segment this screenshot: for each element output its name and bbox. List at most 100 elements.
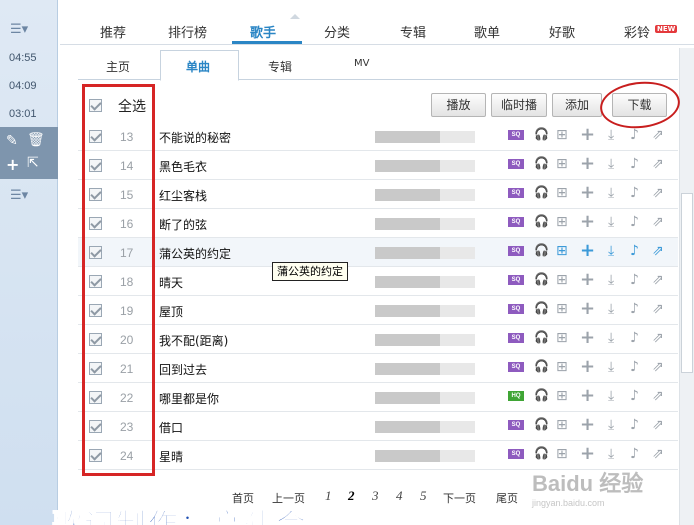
song-title[interactable]: 星晴 xyxy=(159,448,183,465)
song-title[interactable]: 晴天 xyxy=(159,274,183,291)
export-icon[interactable]: ⇱ xyxy=(27,155,39,171)
tab-categories[interactable]: 分类 xyxy=(324,22,350,41)
headphones-icon[interactable]: 🎧 xyxy=(534,417,549,431)
plus-icon[interactable]: + xyxy=(580,182,595,203)
headphones-icon[interactable]: 🎧 xyxy=(534,301,549,315)
ringtone-icon[interactable]: ♪ xyxy=(630,243,639,259)
add-to-list-icon[interactable]: ⊞ xyxy=(556,243,568,259)
headphones-icon[interactable]: 🎧 xyxy=(534,446,549,460)
song-title[interactable]: 蒲公英的约定 xyxy=(159,245,231,262)
ringtone-icon[interactable]: ♪ xyxy=(630,301,639,317)
ringtone-icon[interactable]: ♪ xyxy=(630,388,639,404)
download-icon[interactable]: ⤓ xyxy=(608,417,614,433)
add-button[interactable]: 添加 xyxy=(552,93,602,117)
ringtone-icon[interactable]: ♪ xyxy=(630,417,639,433)
download-icon[interactable]: ⤓ xyxy=(608,127,614,143)
page-number-link[interactable]: 1 xyxy=(325,488,332,504)
ringtone-icon[interactable]: ♪ xyxy=(630,272,639,288)
share-icon[interactable]: ⇗ xyxy=(652,127,664,143)
headphones-icon[interactable]: 🎧 xyxy=(534,388,549,402)
song-row[interactable]: 15 红尘客栈 SQ 🎧 ⊞ + ⤓ ♪ ⇗ xyxy=(78,180,678,209)
song-title[interactable]: 我不配(距离) xyxy=(159,332,228,349)
scrollbar-thumb[interactable] xyxy=(681,193,693,373)
add-to-list-icon[interactable]: ⊞ xyxy=(556,388,568,404)
ringtone-icon[interactable]: ♪ xyxy=(630,185,639,201)
plus-icon[interactable]: + xyxy=(580,124,595,145)
song-row[interactable]: 22 哪里都是你 HQ 🎧 ⊞ + ⤓ ♪ ⇗ xyxy=(78,383,678,412)
headphones-icon[interactable]: 🎧 xyxy=(534,185,549,199)
download-icon[interactable]: ⤓ xyxy=(608,156,614,172)
share-icon[interactable]: ⇗ xyxy=(652,359,664,375)
plus-icon[interactable]: + xyxy=(580,153,595,174)
download-icon[interactable]: ⤓ xyxy=(608,388,614,404)
headphones-icon[interactable]: 🎧 xyxy=(534,127,549,141)
share-icon[interactable]: ⇗ xyxy=(652,330,664,346)
plus-icon[interactable]: + xyxy=(580,414,595,435)
ringtone-icon[interactable]: ♪ xyxy=(630,446,639,462)
ringtone-icon[interactable]: ♪ xyxy=(630,330,639,346)
song-title[interactable]: 不能说的秘密 xyxy=(159,129,231,146)
song-title[interactable]: 哪里都是你 xyxy=(159,390,219,407)
song-title[interactable]: 红尘客栈 xyxy=(159,187,207,204)
plus-icon[interactable]: + xyxy=(6,155,19,174)
download-icon[interactable]: ⤓ xyxy=(608,214,614,230)
headphones-icon[interactable]: 🎧 xyxy=(534,156,549,170)
tab-albums[interactable]: 专辑 xyxy=(400,22,426,41)
share-icon[interactable]: ⇗ xyxy=(652,214,664,230)
subtab-mv[interactable]: MV xyxy=(354,58,369,69)
tab-artists[interactable]: 歌手 xyxy=(250,22,276,41)
share-icon[interactable]: ⇗ xyxy=(652,156,664,172)
share-icon[interactable]: ⇗ xyxy=(652,417,664,433)
add-to-list-icon[interactable]: ⊞ xyxy=(556,185,568,201)
plus-icon[interactable]: + xyxy=(580,269,595,290)
song-title[interactable]: 断了的弦 xyxy=(159,216,207,233)
add-to-list-icon[interactable]: ⊞ xyxy=(556,330,568,346)
page-last-link[interactable]: 尾页 xyxy=(496,490,518,506)
tab-good-songs[interactable]: 好歌 xyxy=(549,22,575,41)
tab-playlists[interactable]: 歌单 xyxy=(474,22,500,41)
song-row[interactable]: 20 我不配(距离) SQ 🎧 ⊞ + ⤓ ♪ ⇗ xyxy=(78,325,678,354)
download-icon[interactable]: ⤓ xyxy=(608,446,614,462)
share-icon[interactable]: ⇗ xyxy=(652,301,664,317)
song-title[interactable]: 回到过去 xyxy=(159,361,207,378)
subtab-albums[interactable]: 专辑 xyxy=(268,58,292,75)
page-number-link[interactable]: 5 xyxy=(420,488,427,504)
page-next-link[interactable]: 下一页 xyxy=(443,490,476,506)
ringtone-icon[interactable]: ♪ xyxy=(630,156,639,172)
plus-icon[interactable]: + xyxy=(580,385,595,406)
song-title[interactable]: 屋顶 xyxy=(159,303,183,320)
share-icon[interactable]: ⇗ xyxy=(652,272,664,288)
song-row[interactable]: 14 黑色毛衣 SQ 🎧 ⊞ + ⤓ ♪ ⇗ xyxy=(78,151,678,180)
page-number-link[interactable]: 4 xyxy=(396,488,403,504)
share-icon[interactable]: ⇗ xyxy=(652,446,664,462)
ringtone-icon[interactable]: ♪ xyxy=(630,127,639,143)
plus-icon[interactable]: + xyxy=(580,240,595,261)
ringtone-icon[interactable]: ♪ xyxy=(630,359,639,375)
headphones-icon[interactable]: 🎧 xyxy=(534,243,549,257)
plus-icon[interactable]: + xyxy=(580,443,595,464)
subtab-singles[interactable]: 单曲 xyxy=(186,58,210,75)
add-to-list-icon[interactable]: ⊞ xyxy=(556,156,568,172)
scrollbar-track[interactable] xyxy=(679,48,694,525)
song-row[interactable]: 21 回到过去 SQ 🎧 ⊞ + ⤓ ♪ ⇗ xyxy=(78,354,678,383)
headphones-icon[interactable]: 🎧 xyxy=(534,330,549,344)
menu-icon[interactable]: ☰▾ xyxy=(10,188,28,203)
plus-icon[interactable]: + xyxy=(580,356,595,377)
share-icon[interactable]: ⇗ xyxy=(652,388,664,404)
trash-icon[interactable]: 🗑 xyxy=(27,132,45,148)
download-icon[interactable]: ⤓ xyxy=(608,301,614,317)
add-to-list-icon[interactable]: ⊞ xyxy=(556,127,568,143)
subtab-home[interactable]: 主页 xyxy=(106,58,130,75)
menu-icon[interactable]: ☰▾ xyxy=(10,22,28,37)
add-to-list-icon[interactable]: ⊞ xyxy=(556,301,568,317)
song-row[interactable]: 17 蒲公英的约定 SQ 🎧 ⊞ + ⤓ ♪ ⇗ xyxy=(78,238,678,267)
share-icon[interactable]: ⇗ xyxy=(652,243,664,259)
temp-play-button[interactable]: 临时播 xyxy=(491,93,547,117)
headphones-icon[interactable]: 🎧 xyxy=(534,272,549,286)
plus-icon[interactable]: + xyxy=(580,211,595,232)
song-row[interactable]: 18 晴天 SQ 🎧 ⊞ + ⤓ ♪ ⇗ xyxy=(78,267,678,296)
page-number-link[interactable]: 3 xyxy=(372,488,379,504)
add-to-list-icon[interactable]: ⊞ xyxy=(556,359,568,375)
headphones-icon[interactable]: 🎧 xyxy=(534,359,549,373)
headphones-icon[interactable]: 🎧 xyxy=(534,214,549,228)
